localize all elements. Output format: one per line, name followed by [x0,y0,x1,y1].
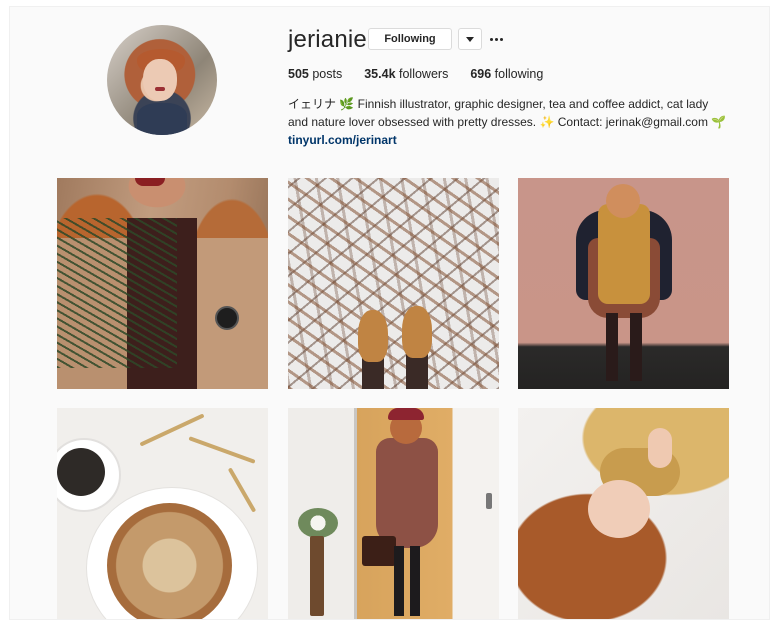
following-button[interactable]: Following [368,28,452,50]
avatar-scarf [137,103,187,135]
pine-branch [57,218,177,368]
avatar[interactable] [107,25,217,135]
boot-right [402,306,432,358]
post-thumbnail-2[interactable] [288,178,499,389]
leg-left [606,313,618,381]
post-thumbnail-5[interactable] [288,408,499,619]
coffee [57,448,105,496]
suggestions-dropdown-button[interactable] [458,28,482,50]
door-frame [354,408,357,619]
posts-count: 505 [288,67,309,81]
following-count: 696 [470,67,492,81]
face [588,480,650,538]
plant [298,508,338,538]
leg-left [394,546,404,616]
posts-stat: 505 posts [288,67,342,81]
head [606,184,640,218]
post-thumbnail-3[interactable] [518,178,729,389]
post-thumbnail-4[interactable] [57,408,268,619]
scarf [598,204,650,304]
bio-line-2: and nature lover obsessed with pretty dr… [288,115,727,129]
bio-link[interactable]: tinyurl.com/jerinart [288,131,748,149]
followers-label: followers [399,67,449,81]
following-stat[interactable]: 696 following [470,67,543,81]
lips [135,178,165,186]
username: jerianie [288,26,367,53]
bio: イェリナ 🌿 Finnish illustrator, graphic desi… [288,95,748,149]
twig [188,436,256,464]
bio-line-1: イェリナ 🌿 Finnish illustrator, graphic desi… [288,97,709,111]
post-thumbnail-6[interactable] [518,408,729,619]
pecan-cake [107,503,232,619]
following-label: following [494,67,544,81]
dress [376,438,438,548]
plant-stand [310,536,324,616]
post-thumbnail-1[interactable] [57,178,268,389]
more-options-icon[interactable] [490,36,504,42]
followers-count: 35.4k [364,67,396,81]
leg-right [410,546,420,616]
boot-left [358,310,388,362]
posts-label: posts [312,67,343,81]
profile-stats: 505 posts 35.4k followers 696 following [288,67,565,81]
hand [648,428,672,468]
avatar-face [143,59,177,101]
beret [388,408,424,420]
avatar-lips [155,87,165,91]
leg-right [630,313,642,381]
caret-down-icon [466,36,474,42]
door-handle [486,493,492,509]
wristwatch [215,306,239,330]
followers-stat[interactable]: 35.4k followers [364,67,448,81]
handbag [362,536,396,566]
twig [227,467,257,513]
